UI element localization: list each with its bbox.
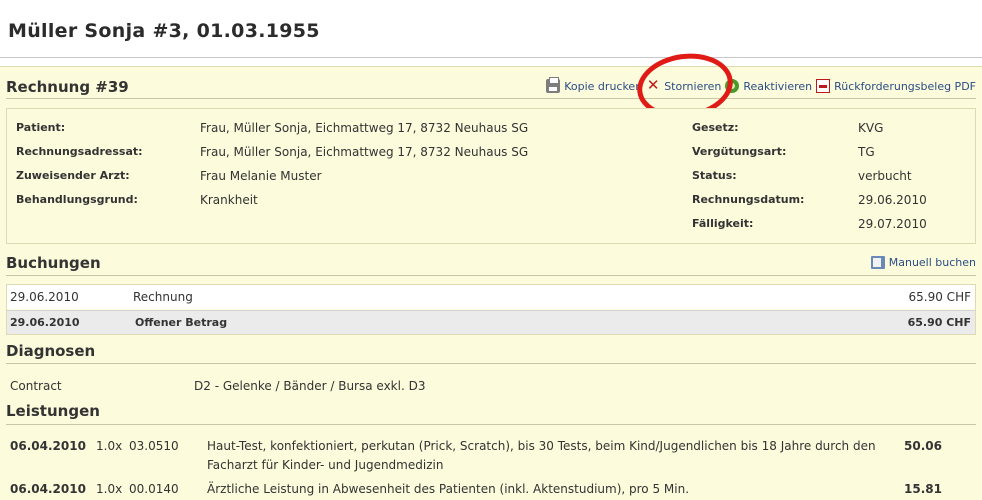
billing-addressee-value: Frau, Müller Sonja, Eichmattweg 17, 8732… xyxy=(200,145,529,159)
reactivate-label: Reaktivieren xyxy=(743,79,813,93)
service-amount: 15.81 xyxy=(904,482,942,496)
patient-value: Frau, Müller Sonja, Eichmattweg 17, 8732… xyxy=(200,121,529,135)
table-row: 29.06.2010 Rechnung 65.90 CHF xyxy=(7,285,975,309)
law-label: Gesetz: xyxy=(692,121,739,134)
treatment-reason-label: Behandlungsgrund: xyxy=(16,193,138,206)
diagnosis-text: D2 - Gelenke / Bänder / Bursa exkl. D3 xyxy=(194,379,426,393)
invoice-date-value: 29.06.2010 xyxy=(858,193,927,207)
due-date-value: 29.07.2010 xyxy=(858,217,927,231)
print-copy-button[interactable]: Kopie drucken xyxy=(546,77,643,93)
invoice-title: Rechnung #39 xyxy=(6,78,129,96)
booking-date: 29.06.2010 xyxy=(10,316,80,329)
invoice-divider xyxy=(6,98,976,99)
remuneration-type-label: Vergütungsart: xyxy=(692,145,787,158)
printer-icon xyxy=(546,77,561,93)
pdf-icon xyxy=(816,79,831,93)
manual-booking-button[interactable]: Manuell buchen xyxy=(870,256,976,269)
services-title: Leistungen xyxy=(6,402,100,420)
service-text: Haut-Test, konfektioniert, perkutan (Pri… xyxy=(207,439,876,453)
referring-doctor-value: Frau Melanie Muster xyxy=(200,169,322,183)
table-row: 29.06.2010 Offener Betrag 65.90 CHF xyxy=(7,310,975,334)
service-date: 06.04.2010 xyxy=(10,439,86,453)
booking-text: Offener Betrag xyxy=(135,316,228,329)
diagnoses-title: Diagnosen xyxy=(6,342,96,360)
print-copy-label: Kopie drucken xyxy=(564,79,643,93)
patient-title: Müller Sonja #3, 01.03.1955 xyxy=(8,20,320,42)
remuneration-type-value: TG xyxy=(858,145,875,159)
booking-date: 29.06.2010 xyxy=(10,290,79,304)
bookings-divider xyxy=(6,275,976,276)
status-value: verbucht xyxy=(858,169,912,183)
refund-pdf-button[interactable]: Rückforderungsbeleg PDF xyxy=(816,79,976,93)
service-code: 00.0140 xyxy=(129,482,179,496)
law-value: KVG xyxy=(858,121,884,135)
bookings-title: Buchungen xyxy=(6,254,101,272)
bookings-table: 29.06.2010 Rechnung 65.90 CHF 29.06.2010… xyxy=(6,284,976,335)
reactivate-button[interactable]: Reaktivieren xyxy=(725,79,812,93)
service-qty: 1.0x xyxy=(96,482,123,496)
booking-amount: 65.90 CHF xyxy=(908,290,971,304)
service-date: 06.04.2010 xyxy=(10,482,86,496)
service-text-continued: Facharzt für Kinder- und Jugendmedizin xyxy=(207,458,444,472)
service-code: 03.0510 xyxy=(129,439,179,453)
treatment-reason-value: Krankheit xyxy=(200,193,258,207)
service-amount: 50.06 xyxy=(904,439,942,453)
referring-doctor-label: Zuweisender Arzt: xyxy=(16,169,130,182)
diagnoses-divider xyxy=(6,363,976,364)
billing-addressee-label: Rechnungsadressat: xyxy=(16,145,143,158)
service-qty: 1.0x xyxy=(96,439,123,453)
service-text: Ärztliche Leistung in Abwesenheit des Pa… xyxy=(207,482,690,496)
services-divider xyxy=(6,424,976,425)
booking-text: Rechnung xyxy=(133,290,193,304)
manual-booking-label: Manuell buchen xyxy=(888,256,976,269)
diagnosis-type: Contract xyxy=(10,379,62,393)
patient-header: Müller Sonja #3, 01.03.1955 xyxy=(0,0,982,58)
invoice-date-label: Rechnungsdatum: xyxy=(692,193,805,206)
due-date-label: Fälligkeit: xyxy=(692,217,754,230)
refund-pdf-label: Rückforderungsbeleg PDF xyxy=(834,79,976,93)
patient-label: Patient: xyxy=(16,121,66,134)
status-label: Status: xyxy=(692,169,737,182)
notebook-icon xyxy=(870,256,885,269)
invoice-actions: Kopie drucken ✕ Stornieren Reaktivieren … xyxy=(542,77,976,93)
booking-amount: 65.90 CHF xyxy=(907,316,971,329)
